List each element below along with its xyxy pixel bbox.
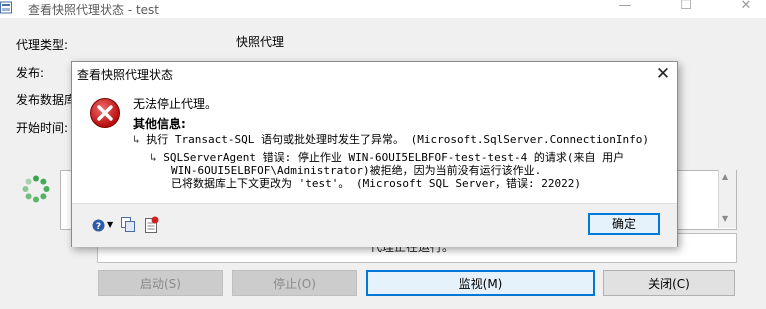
- help-icon[interactable]: ?: [92, 219, 105, 232]
- close-button[interactable]: 关闭(C): [603, 270, 735, 296]
- start-time-label: 开始时间:: [16, 121, 69, 135]
- detail-row-2: WIN-6OUI5ELBFOF\Administrator)被拒绝，因为当前没有…: [171, 164, 542, 177]
- arrow-icon: ↳: [150, 151, 157, 164]
- additional-info-label: 其他信息:: [133, 117, 186, 131]
- scroll-up-icon[interactable]: ▲: [722, 172, 728, 181]
- dialog-close-button[interactable]: ✕: [652, 63, 674, 85]
- agent-type-label: 代理类型:: [16, 38, 69, 52]
- error-line-1-text: 执行 Transact-SQL 语句或批处理时发生了异常。 (Microsoft…: [146, 133, 649, 146]
- help-dropdown-icon[interactable]: ▼: [107, 220, 113, 229]
- window-close-button[interactable]: ✕: [726, 0, 766, 18]
- error-detail: ↳ SQLServerAgent 错误: 停止作业 WIN-6OUI5ELBFO…: [150, 151, 624, 190]
- dialog-title: 查看快照代理状态: [77, 68, 174, 82]
- start-button[interactable]: 启动(S): [98, 270, 223, 296]
- monitor-button[interactable]: 监视(M): [366, 270, 595, 296]
- svg-text:?: ?: [96, 222, 101, 232]
- publication-db-label: 发布数据库: [16, 93, 77, 107]
- maximize-button[interactable]: ☐: [666, 0, 706, 18]
- error-line-1: ↳ 执行 Transact-SQL 语句或批处理时发生了异常。 (Microso…: [133, 131, 649, 147]
- detail-row-3: 已将数据库上下文更改为 'test'。 (Microsoft SQL Serve…: [171, 177, 582, 190]
- window-title: 查看快照代理状态 - test: [28, 3, 160, 17]
- agent-type-value: 快照代理: [236, 35, 285, 49]
- stop-button[interactable]: 停止(O): [232, 270, 357, 296]
- window-titlebar: 查看快照代理状态 - test — ☐ ✕: [0, 0, 766, 18]
- dialog-footer: ? ▼: [72, 203, 677, 247]
- arrow-icon: ↳: [133, 133, 140, 146]
- publication-label: 发布:: [16, 66, 45, 80]
- scroll-down-icon[interactable]: ▼: [722, 214, 728, 223]
- error-dialog: 查看快照代理状态 ✕ 无法停止代理。 其他信息: ↳ 执行 Transact-S…: [71, 61, 678, 247]
- detail-row-1: SQLServerAgent 错误: 停止作业 WIN-6OUI5ELBFOF-…: [163, 151, 625, 164]
- copy-icon[interactable]: [121, 217, 135, 232]
- ok-button[interactable]: 确定: [588, 213, 660, 235]
- error-message: 无法停止代理。: [133, 97, 218, 111]
- minimize-button[interactable]: —: [605, 0, 645, 18]
- progress-spinner-icon: [22, 175, 50, 203]
- app-icon: [0, 1, 12, 14]
- details-icon[interactable]: [145, 216, 159, 233]
- error-icon: [90, 98, 120, 128]
